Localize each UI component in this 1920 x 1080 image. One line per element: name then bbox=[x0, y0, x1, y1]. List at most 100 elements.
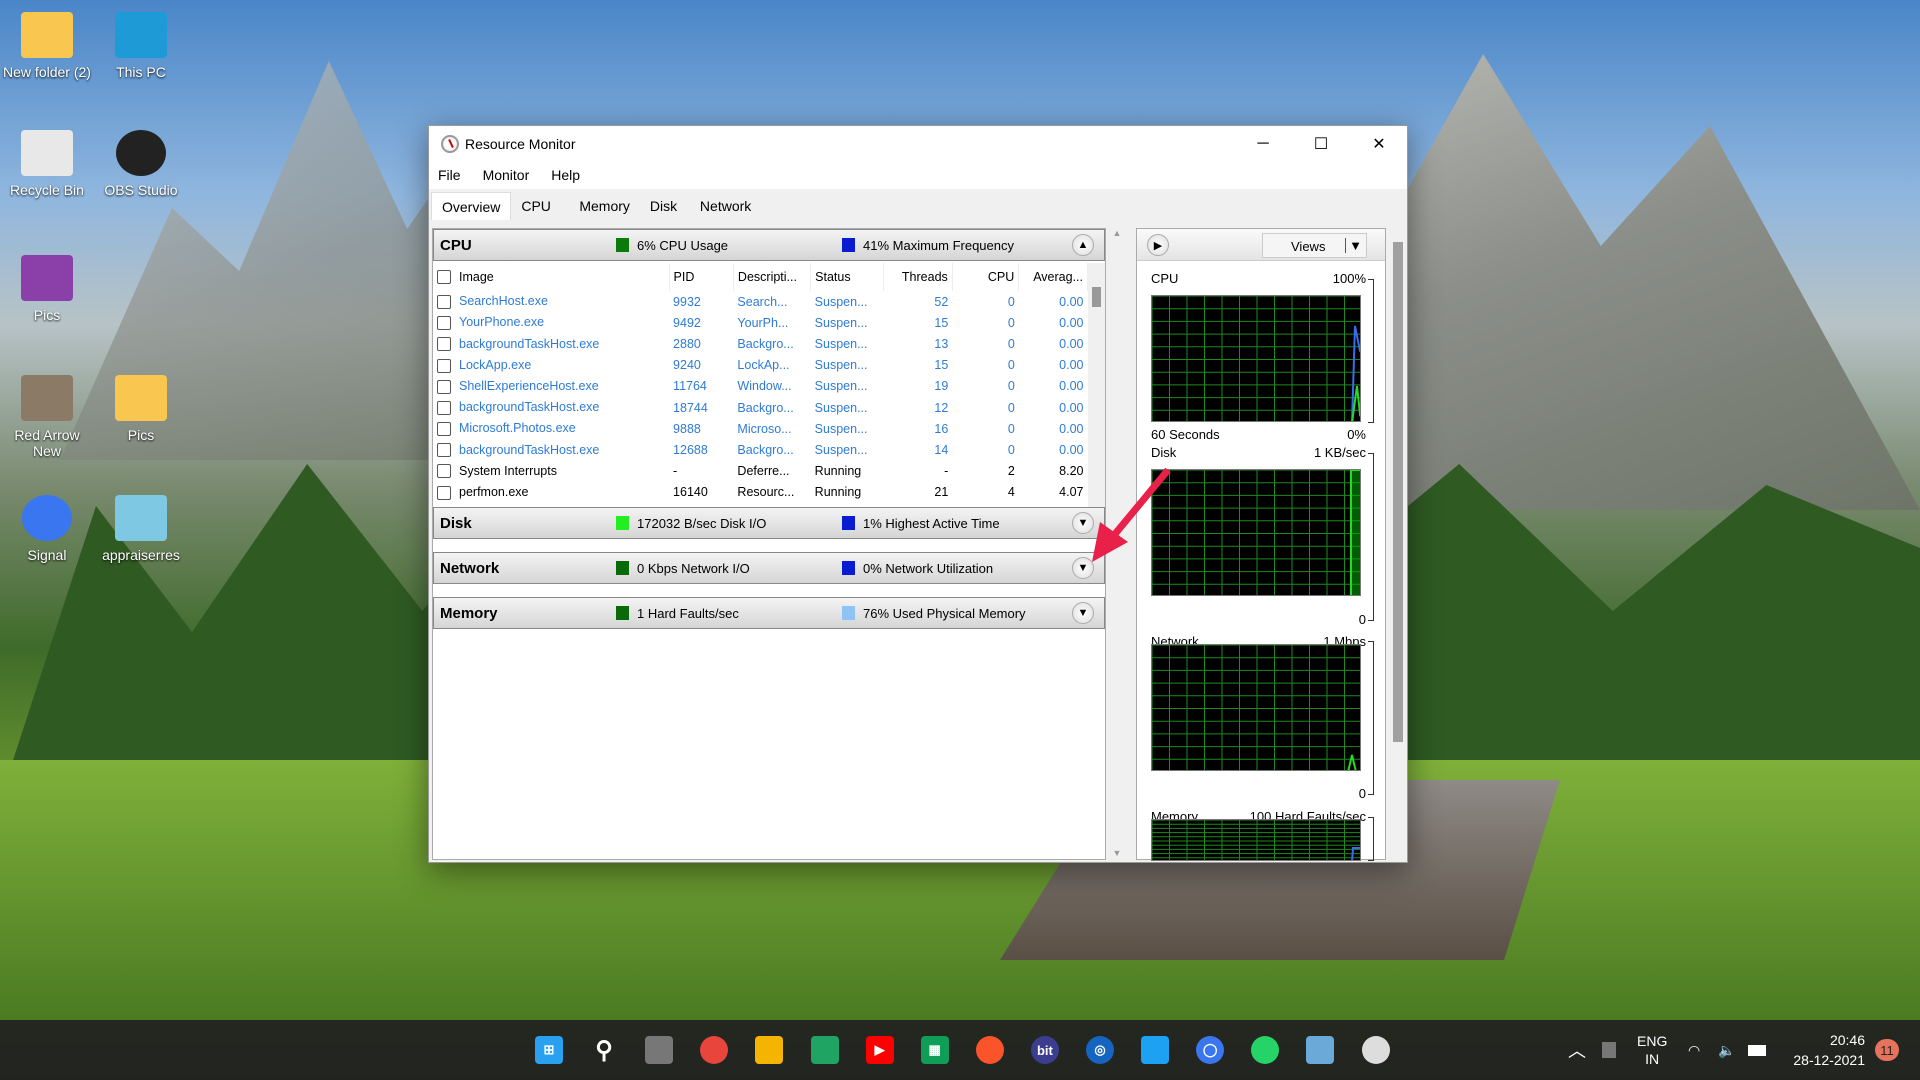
language-indicator[interactable]: ENG IN bbox=[1637, 1020, 1667, 1080]
minimize-button[interactable]: ─ bbox=[1234, 126, 1292, 161]
disk-section-header[interactable]: Disk 172032 B/sec Disk I/O 1% Highest Ac… bbox=[433, 507, 1105, 539]
maximize-button[interactable]: ☐ bbox=[1292, 126, 1350, 161]
cell: perfmon.exe bbox=[459, 484, 529, 499]
notification-badge[interactable]: 11 bbox=[1875, 1020, 1899, 1080]
graphs-scrollbar[interactable] bbox=[1390, 228, 1406, 860]
physical-memory-swatch bbox=[842, 606, 855, 620]
expand-chevron-down-icon[interactable]: ▼ bbox=[1072, 602, 1094, 624]
volume-icon[interactable]: 🔈 bbox=[1718, 1020, 1735, 1080]
menu-help[interactable]: Help bbox=[551, 167, 580, 183]
row-checkbox[interactable] bbox=[437, 294, 451, 309]
network-section-header[interactable]: Network 0 Kbps Network I/O 0% Network Ut… bbox=[433, 552, 1105, 584]
scrollbar-thumb[interactable] bbox=[1393, 242, 1403, 742]
scrollbar-thumb[interactable] bbox=[1092, 287, 1101, 307]
cell: 0.00 bbox=[1059, 400, 1084, 415]
taskbar-search-button[interactable]: ⚲ bbox=[586, 1032, 622, 1068]
row-checkbox[interactable] bbox=[437, 337, 451, 352]
table-row[interactable]: System Interrupts - Deferre... Running -2 8.2… bbox=[433, 461, 1088, 482]
table-row[interactable]: Microsoft.Photos.exe 9888 Microso... Suspen… bbox=[433, 418, 1088, 439]
desktop-icon[interactable]: Pics bbox=[96, 375, 186, 443]
tab-overview[interactable]: Overview bbox=[431, 192, 512, 220]
physical-memory-metric: 76% Used Physical Memory bbox=[863, 605, 1026, 621]
row-checkbox[interactable] bbox=[437, 379, 451, 394]
taskbar-whatsapp-button[interactable] bbox=[1247, 1032, 1283, 1068]
desktop-icon[interactable]: OBS Studio bbox=[96, 130, 186, 198]
taskbar-resource-monitor-button[interactable] bbox=[1358, 1032, 1394, 1068]
menu-monitor[interactable]: Monitor bbox=[483, 167, 530, 183]
desktop-icon[interactable]: appraiserres bbox=[96, 495, 186, 563]
table-row[interactable]: backgroundTaskHost.exe 18744 Backgro... Sus… bbox=[433, 397, 1088, 418]
table-row[interactable]: perfmon.exe 16140 Resourc... Running 21 4 4.07 bbox=[433, 482, 1088, 503]
column-header[interactable]: Image bbox=[433, 263, 670, 291]
menu-file[interactable]: File bbox=[438, 167, 461, 183]
desktop-icon[interactable]: New folder (2) bbox=[2, 12, 92, 80]
taskbar-browser-button[interactable]: ◎ bbox=[1082, 1032, 1118, 1068]
cell: backgroundTaskHost.exe bbox=[459, 400, 600, 415]
row-checkbox[interactable] bbox=[437, 464, 451, 479]
tab-network[interactable]: Network bbox=[689, 192, 762, 220]
task-view-icon bbox=[645, 1036, 674, 1064]
row-checkbox[interactable] bbox=[437, 358, 451, 373]
taskbar-bit-button[interactable]: bit bbox=[1027, 1032, 1063, 1068]
table-row[interactable]: backgroundTaskHost.exe 12688 Backgro... Sus… bbox=[433, 439, 1088, 460]
taskbar-youtube-button[interactable]: ▶ bbox=[862, 1032, 898, 1068]
column-header[interactable]: Status bbox=[810, 263, 885, 291]
taskbar-google-sheets-button[interactable]: ▦ bbox=[917, 1032, 953, 1068]
row-checkbox[interactable] bbox=[437, 485, 451, 500]
title-bar[interactable]: Resource Monitor ─ ☐ ✕ bbox=[429, 126, 1407, 161]
table-row[interactable]: SearchHost.exe 9932 Search... Suspen... 52 0 0… bbox=[433, 291, 1088, 312]
row-checkbox[interactable] bbox=[437, 422, 451, 437]
cell: 15 bbox=[934, 358, 949, 373]
table-row[interactable]: LockApp.exe 9240 LockAp... Suspen... 15 0 0.00 bbox=[433, 355, 1088, 376]
desktop-icon[interactable]: Recycle Bin bbox=[2, 130, 92, 198]
taskbar-signal-button[interactable]: ◯ bbox=[1192, 1032, 1228, 1068]
views-dropdown[interactable]: Views ▼ bbox=[1262, 233, 1367, 258]
row-checkbox[interactable] bbox=[437, 443, 451, 458]
battery-icon[interactable] bbox=[1748, 1020, 1766, 1080]
table-row[interactable]: ShellExperienceHost.exe 11764 Window... Sus… bbox=[433, 376, 1088, 397]
tab-disk[interactable]: Disk bbox=[639, 192, 690, 220]
column-header[interactable]: Descripti... bbox=[733, 263, 812, 291]
clock[interactable]: 20:46 28-12-2021 bbox=[1790, 1020, 1865, 1080]
desktop-icon[interactable]: Pics bbox=[2, 255, 92, 323]
select-all-checkbox[interactable] bbox=[437, 270, 451, 285]
taskbar-chrome-button[interactable] bbox=[696, 1032, 732, 1068]
column-label: Averag... bbox=[1033, 270, 1083, 284]
taskbar-start-button[interactable]: ⊞ bbox=[531, 1032, 567, 1068]
taskbar-twitter-button[interactable] bbox=[1137, 1032, 1173, 1068]
cell: 0.00 bbox=[1059, 442, 1084, 457]
row-checkbox[interactable] bbox=[437, 316, 451, 331]
tab-cpu[interactable]: CPU bbox=[511, 192, 570, 220]
cell: 16140 bbox=[673, 485, 708, 500]
desktop-icon-label: This PC bbox=[116, 64, 166, 80]
tab-memory[interactable]: Memory bbox=[569, 192, 640, 220]
red-arrow-annotation bbox=[1092, 467, 1171, 562]
time-span-label: 60 Seconds bbox=[1151, 427, 1220, 442]
show-hidden-icons-chevron-up-icon[interactable]: ︿ bbox=[1568, 1020, 1586, 1080]
row-checkbox[interactable] bbox=[437, 400, 451, 415]
collapse-chevron-up-icon[interactable]: ▲ bbox=[1072, 234, 1094, 256]
table-row[interactable]: YourPhone.exe 9492 YourPh... Suspen... 15 0 0.… bbox=[433, 312, 1088, 333]
cell: Running bbox=[814, 464, 862, 479]
column-header[interactable]: PID bbox=[669, 263, 734, 291]
collapse-panel-chevron-right-icon[interactable]: ▶ bbox=[1147, 234, 1169, 256]
taskbar-task-view-button[interactable] bbox=[641, 1032, 677, 1068]
taskbar-google-drive-button[interactable] bbox=[807, 1032, 843, 1068]
desktop-icon[interactable]: Signal bbox=[2, 495, 92, 563]
cpu-section-header[interactable]: CPU 6% CPU Usage 41% Maximum Frequency ▲ bbox=[433, 229, 1105, 261]
close-button[interactable]: ✕ bbox=[1350, 126, 1408, 161]
disk-io-swatch bbox=[616, 516, 629, 530]
column-header[interactable]: Threads bbox=[883, 263, 953, 291]
memory-section-header[interactable]: Memory 1 Hard Faults/sec 76% Used Physic… bbox=[433, 597, 1105, 629]
column-header[interactable]: Averag... bbox=[1018, 263, 1088, 291]
desktop-icon[interactable]: This PC bbox=[96, 12, 186, 80]
taskbar-brave-button[interactable] bbox=[972, 1032, 1008, 1068]
taskbar-performance-monitor-button[interactable] bbox=[1302, 1032, 1338, 1068]
wifi-icon[interactable]: ◠ bbox=[1688, 1020, 1700, 1080]
recycle-bin-icon bbox=[21, 130, 73, 176]
table-row[interactable]: backgroundTaskHost.exe 2880 Backgro... Susp… bbox=[433, 333, 1088, 354]
keyboard-icon[interactable] bbox=[1602, 1020, 1616, 1080]
taskbar-file-explorer-button[interactable] bbox=[751, 1032, 787, 1068]
desktop-icon[interactable]: Red Arrow New bbox=[2, 375, 92, 459]
column-header[interactable]: CPU bbox=[952, 263, 1020, 291]
